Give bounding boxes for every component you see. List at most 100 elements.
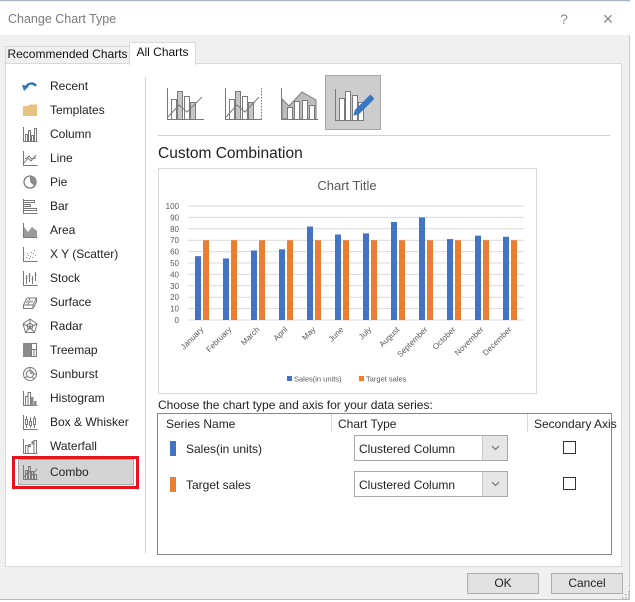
- sidebar-item-label: X Y (Scatter): [50, 247, 119, 261]
- sidebar-item-recent[interactable]: Recent: [18, 74, 134, 98]
- header-chart-type: Chart Type: [338, 417, 397, 431]
- secondary-axis-checkbox[interactable]: [563, 477, 576, 490]
- chart-type-dropdown[interactable]: Clustered Column: [354, 471, 508, 497]
- sidebar-item-column[interactable]: Column: [18, 122, 134, 146]
- resize-grip-icon[interactable]: [620, 589, 630, 599]
- chevron-down-icon: [491, 445, 500, 451]
- x-tick-label: August: [377, 325, 402, 350]
- bar-sales-may: [307, 226, 313, 320]
- dropdown-arrow[interactable]: [482, 436, 507, 460]
- radar-chart-icon: [22, 318, 38, 333]
- folder-icon: [23, 104, 37, 116]
- bar-sales-august: [391, 221, 397, 320]
- header-secondary-axis: Secondary Axis: [534, 417, 617, 431]
- sidebar-item-label: Sunburst: [50, 367, 99, 381]
- x-tick-label: March: [239, 325, 261, 347]
- legend-swatch: [287, 376, 292, 381]
- sidebar-item-label: Radar: [50, 319, 83, 333]
- legend-swatch: [359, 376, 364, 381]
- sidebar-item-treemap[interactable]: Treemap: [18, 338, 134, 362]
- y-tick-label: 10: [170, 305, 179, 314]
- x-tick-label: May: [300, 325, 317, 342]
- legend-label: Target sales: [366, 375, 407, 384]
- chevron-down-icon: [491, 481, 500, 487]
- bar-chart-icon: [23, 199, 38, 214]
- sidebar-item-combo[interactable]: Combo: [18, 459, 134, 485]
- series-color-swatch: [170, 441, 176, 456]
- line-chart-icon: [23, 151, 38, 166]
- y-tick-label: 0: [175, 316, 180, 325]
- series-color-swatch: [170, 477, 176, 492]
- sidebar-item-scatter[interactable]: X Y (Scatter): [18, 242, 134, 266]
- subtype-area-column[interactable]: [272, 75, 328, 130]
- sidebar-item-bar[interactable]: Bar: [18, 194, 134, 218]
- x-tick-label: July: [357, 325, 373, 341]
- chart-title: Chart Title: [317, 178, 376, 193]
- header-divider[interactable]: [331, 414, 332, 432]
- sidebar-item-box-whisker[interactable]: Box & Whisker: [18, 410, 134, 434]
- treemap-chart-icon: [23, 343, 37, 357]
- bar-sales-february: [223, 258, 229, 320]
- sidebar-item-label: Pie: [50, 175, 68, 189]
- sidebar-item-area[interactable]: Area: [18, 218, 134, 242]
- combo-chart-icon: [23, 465, 38, 480]
- pie-chart-icon: [23, 175, 37, 189]
- dropdown-arrow[interactable]: [482, 472, 507, 496]
- sidebar-item-templates[interactable]: Templates: [18, 98, 134, 122]
- y-tick-label: 20: [170, 293, 179, 302]
- subtype-custom-combination[interactable]: [325, 75, 381, 130]
- x-tick-label: January: [179, 325, 205, 351]
- series-name: Target sales: [186, 478, 251, 492]
- sidebar-item-waterfall[interactable]: Waterfall: [18, 434, 134, 458]
- custom-combination-icon: [335, 89, 374, 121]
- y-tick-label: 100: [166, 202, 180, 211]
- y-tick-label: 60: [170, 248, 179, 257]
- header-divider[interactable]: [527, 414, 528, 432]
- ok-button[interactable]: OK: [467, 573, 539, 594]
- x-tick-label: November: [453, 325, 486, 358]
- stock-chart-icon: [23, 271, 38, 286]
- column-line-icon: [167, 88, 204, 120]
- bar-sales-march: [251, 250, 257, 320]
- sidebar-item-histogram[interactable]: Histogram: [18, 386, 134, 410]
- sidebar-item-stock[interactable]: Stock: [18, 266, 134, 290]
- cancel-button[interactable]: Cancel: [551, 573, 623, 594]
- surface-chart-icon: [22, 297, 38, 309]
- chart-svg: Chart Title 0 10 20 30 40 50 60 70 80 90 100 January…: [166, 178, 524, 384]
- bar-target-april: [287, 240, 293, 320]
- secondary-axis-checkbox[interactable]: [563, 441, 576, 454]
- bar-target-october: [455, 240, 461, 320]
- bar-sales-december: [503, 236, 509, 320]
- close-button[interactable]: ×: [598, 9, 618, 29]
- sidebar-divider: [145, 77, 146, 553]
- bar-target-january: [203, 240, 209, 320]
- subtype-column-line-secondary-axis[interactable]: [216, 75, 272, 130]
- chart-type-dropdown[interactable]: Clustered Column: [354, 435, 508, 461]
- header-series-name: Series Name: [166, 417, 236, 431]
- bar-target-july: [371, 240, 377, 320]
- dropdown-value: Clustered Column: [359, 478, 456, 492]
- subtype-divider: [158, 135, 610, 136]
- bar-sales-july: [363, 233, 369, 320]
- sidebar-item-line[interactable]: Line: [18, 146, 134, 170]
- series-table: Series Name Chart Type Secondary Axis Sa…: [157, 413, 617, 555]
- help-button[interactable]: ?: [556, 9, 572, 29]
- y-tick-label: 40: [170, 270, 179, 279]
- sidebar-item-label: Stock: [50, 271, 81, 285]
- tab-recommended-charts[interactable]: Recommended Charts: [5, 46, 130, 64]
- sidebar-item-sunburst[interactable]: Sunburst: [18, 362, 134, 386]
- x-tick-label: October: [431, 325, 458, 352]
- bar-target-november: [483, 240, 489, 320]
- sidebar-item-radar[interactable]: Radar: [18, 314, 134, 338]
- sidebar-item-label: Treemap: [50, 343, 98, 357]
- section-title: Custom Combination: [158, 145, 303, 162]
- subtype-column-line[interactable]: [158, 75, 214, 130]
- dropdown-value: Clustered Column: [359, 442, 456, 456]
- sidebar-item-surface[interactable]: Surface: [18, 290, 134, 314]
- bar-target-february: [231, 240, 237, 320]
- column-chart-icon: [23, 127, 38, 142]
- sidebar-item-pie[interactable]: Pie: [18, 170, 134, 194]
- tab-all-charts[interactable]: All Charts: [129, 42, 196, 65]
- sunburst-chart-icon: [23, 367, 37, 381]
- box-whisker-chart-icon: [23, 415, 38, 430]
